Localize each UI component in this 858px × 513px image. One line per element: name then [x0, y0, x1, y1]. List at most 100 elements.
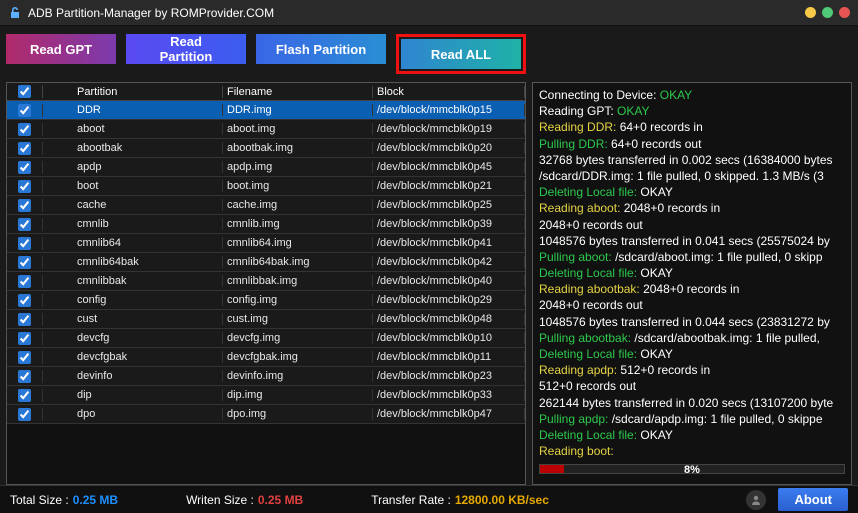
row-checkbox-cell[interactable]: [7, 389, 43, 402]
read-all-button[interactable]: Read ALL: [401, 39, 521, 69]
transfer-rate-value: 12800.00 KB/sec: [455, 493, 549, 507]
flash-partition-button[interactable]: Flash Partition: [256, 34, 386, 64]
row-partition: apdp: [73, 161, 223, 173]
row-checkbox[interactable]: [18, 180, 31, 193]
row-checkbox[interactable]: [18, 351, 31, 364]
progress-text: 8%: [540, 463, 844, 478]
row-filename: cmnlib64bak.img: [223, 256, 373, 268]
table-row[interactable]: cachecache.img/dev/block/mmcblk0p25: [7, 196, 525, 215]
table-row[interactable]: dipdip.img/dev/block/mmcblk0p33: [7, 386, 525, 405]
row-checkbox-cell[interactable]: [7, 351, 43, 364]
row-checkbox[interactable]: [18, 332, 31, 345]
header-block: Block: [373, 86, 525, 98]
row-checkbox[interactable]: [18, 256, 31, 269]
log-line: Reading apdp: 512+0 records in: [539, 362, 845, 378]
row-checkbox-cell[interactable]: [7, 332, 43, 345]
table-row[interactable]: cmnlib64bakcmnlib64bak.img/dev/block/mmc…: [7, 253, 525, 272]
row-filename: dpo.img: [223, 408, 373, 420]
close-icon[interactable]: [839, 7, 850, 18]
minimize-icon[interactable]: [805, 7, 816, 18]
toolbar: Read GPT Read Partition Flash Partition …: [0, 26, 858, 82]
row-checkbox[interactable]: [18, 275, 31, 288]
log-line: 1048576 bytes transferred in 0.041 secs …: [539, 233, 845, 249]
window-controls: [805, 7, 850, 18]
row-filename: cache.img: [223, 199, 373, 211]
row-checkbox[interactable]: [18, 161, 31, 174]
row-block: /dev/block/mmcblk0p23: [373, 370, 525, 382]
row-checkbox-cell[interactable]: [7, 199, 43, 212]
row-checkbox-cell[interactable]: [7, 161, 43, 174]
row-filename: cust.img: [223, 313, 373, 325]
log-line: Connecting to Device: OKAY: [539, 87, 845, 103]
row-partition: cmnlibbak: [73, 275, 223, 287]
row-checkbox-cell[interactable]: [7, 256, 43, 269]
maximize-icon[interactable]: [822, 7, 833, 18]
table-row[interactable]: devcfgbakdevcfgbak.img/dev/block/mmcblk0…: [7, 348, 525, 367]
read-gpt-button[interactable]: Read GPT: [6, 34, 116, 64]
table-row[interactable]: DDRDDR.img/dev/block/mmcblk0p15: [7, 101, 525, 120]
table-row[interactable]: abootbakabootbak.img/dev/block/mmcblk0p2…: [7, 139, 525, 158]
log-line: Pulling aboot: /sdcard/aboot.img: 1 file…: [539, 249, 845, 265]
row-checkbox-cell[interactable]: [7, 180, 43, 193]
row-checkbox-cell[interactable]: [7, 237, 43, 250]
row-checkbox-cell[interactable]: [7, 275, 43, 288]
row-checkbox[interactable]: [18, 123, 31, 136]
row-partition: cache: [73, 199, 223, 211]
table-row[interactable]: apdpapdp.img/dev/block/mmcblk0p45: [7, 158, 525, 177]
row-filename: devcfg.img: [223, 332, 373, 344]
row-filename: dip.img: [223, 389, 373, 401]
row-checkbox[interactable]: [18, 104, 31, 117]
row-partition: aboot: [73, 123, 223, 135]
table-row[interactable]: configconfig.img/dev/block/mmcblk0p29: [7, 291, 525, 310]
table-row[interactable]: bootboot.img/dev/block/mmcblk0p21: [7, 177, 525, 196]
app-title: ADB Partition-Manager by ROMProvider.COM: [28, 6, 805, 20]
row-checkbox[interactable]: [18, 218, 31, 231]
row-filename: boot.img: [223, 180, 373, 192]
row-checkbox[interactable]: [18, 408, 31, 421]
about-button[interactable]: About: [778, 488, 848, 511]
titlebar: ADB Partition-Manager by ROMProvider.COM: [0, 0, 858, 26]
row-checkbox-cell[interactable]: [7, 104, 43, 117]
row-filename: config.img: [223, 294, 373, 306]
table-row[interactable]: cmnlibcmnlib.img/dev/block/mmcblk0p39: [7, 215, 525, 234]
row-checkbox[interactable]: [18, 237, 31, 250]
row-checkbox-cell[interactable]: [7, 218, 43, 231]
row-checkbox[interactable]: [18, 370, 31, 383]
header-filename: Filename: [223, 86, 373, 98]
row-block: /dev/block/mmcblk0p11: [373, 351, 525, 363]
log-line: 2048+0 records out: [539, 297, 845, 313]
row-checkbox-cell[interactable]: [7, 408, 43, 421]
row-checkbox-cell[interactable]: [7, 142, 43, 155]
log-line: Pulling abootbak: /sdcard/abootbak.img: …: [539, 330, 845, 346]
select-all-checkbox[interactable]: [18, 85, 31, 98]
row-checkbox-cell[interactable]: [7, 313, 43, 326]
header-checkbox-cell[interactable]: [7, 85, 43, 98]
written-size-value: 0.25 MB: [258, 493, 303, 507]
table-row[interactable]: cmnlibbakcmnlibbak.img/dev/block/mmcblk0…: [7, 272, 525, 291]
header-partition: Partition: [73, 86, 223, 98]
row-checkbox-cell[interactable]: [7, 123, 43, 136]
status-bar: Total Size : 0.25 MB Writen Size : 0.25 …: [0, 485, 858, 513]
log-line: 32768 bytes transferred in 0.002 secs (1…: [539, 152, 845, 168]
row-checkbox-cell[interactable]: [7, 294, 43, 307]
log-line: 262144 bytes transferred in 0.020 secs (…: [539, 395, 845, 411]
row-checkbox[interactable]: [18, 199, 31, 212]
total-size-value: 0.25 MB: [73, 493, 118, 507]
written-size-label: Writen Size :: [186, 493, 254, 507]
row-checkbox[interactable]: [18, 142, 31, 155]
read-partition-button[interactable]: Read Partition: [126, 34, 246, 64]
partition-table[interactable]: Partition Filename Block DDRDDR.img/dev/…: [6, 82, 526, 485]
table-row[interactable]: dpodpo.img/dev/block/mmcblk0p47: [7, 405, 525, 424]
row-checkbox[interactable]: [18, 313, 31, 326]
user-icon[interactable]: [746, 490, 766, 510]
table-row[interactable]: devcfgdevcfg.img/dev/block/mmcblk0p10: [7, 329, 525, 348]
row-checkbox[interactable]: [18, 389, 31, 402]
row-block: /dev/block/mmcblk0p48: [373, 313, 525, 325]
row-checkbox[interactable]: [18, 294, 31, 307]
table-row[interactable]: custcust.img/dev/block/mmcblk0p48: [7, 310, 525, 329]
row-partition: dpo: [73, 408, 223, 420]
table-row[interactable]: abootaboot.img/dev/block/mmcblk0p19: [7, 120, 525, 139]
row-checkbox-cell[interactable]: [7, 370, 43, 383]
table-row[interactable]: cmnlib64cmnlib64.img/dev/block/mmcblk0p4…: [7, 234, 525, 253]
table-row[interactable]: devinfodevinfo.img/dev/block/mmcblk0p23: [7, 367, 525, 386]
